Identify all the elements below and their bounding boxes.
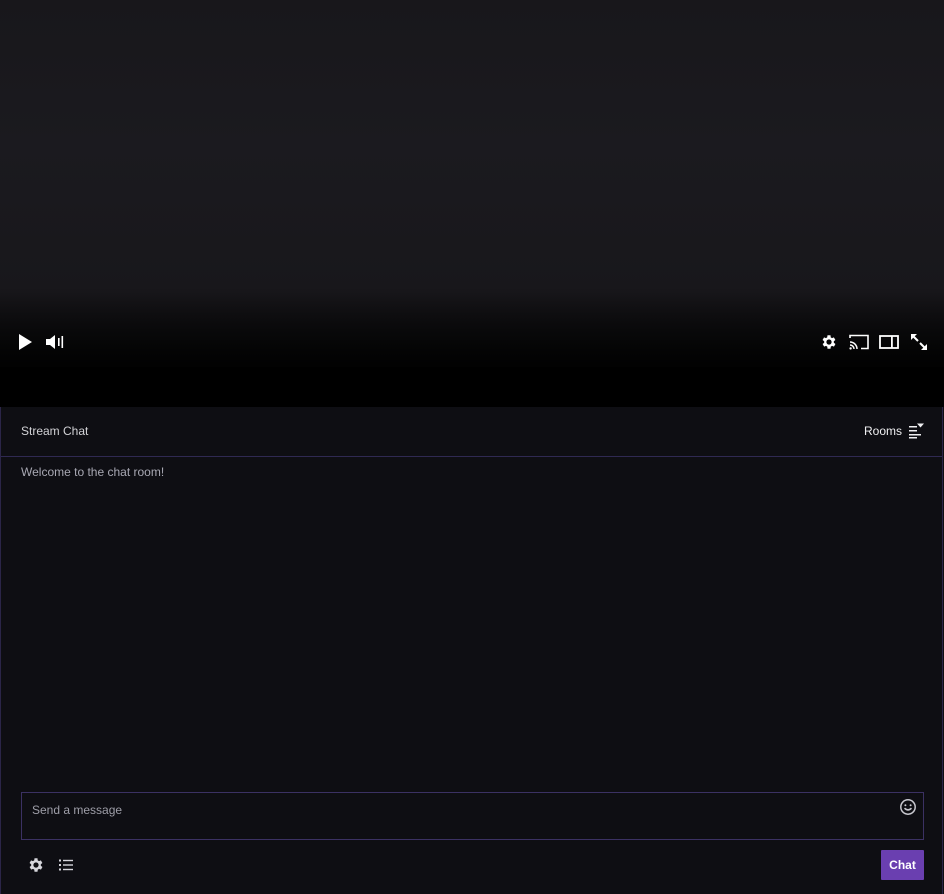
stream-page: Stream Chat Rooms Welcome to the chat ro… <box>0 0 944 894</box>
chat-title: Stream Chat <box>21 424 89 438</box>
rooms-button[interactable]: Rooms <box>864 421 924 441</box>
chat-panel: Stream Chat Rooms Welcome to the chat ro… <box>0 407 943 894</box>
chat-input[interactable] <box>32 799 882 821</box>
theatre-mode-icon <box>879 335 899 349</box>
chat-footer-tools <box>27 856 75 874</box>
emote-picker-icon[interactable] <box>899 798 917 816</box>
player-controls-gradient <box>0 287 944 367</box>
chat-settings-button[interactable] <box>27 856 45 874</box>
cast-icon <box>849 334 869 350</box>
volume-button[interactable] <box>43 330 67 354</box>
list-icon <box>59 859 73 871</box>
play-icon <box>19 334 32 350</box>
player-bottom-bar <box>0 367 944 407</box>
rooms-label: Rooms <box>863 424 902 438</box>
gear-icon <box>29 858 43 872</box>
fullscreen-button[interactable] <box>907 330 931 354</box>
chat-input-container <box>21 792 924 840</box>
gear-icon <box>822 335 836 349</box>
theatre-mode-button[interactable] <box>877 330 901 354</box>
chat-header: Stream Chat Rooms <box>1 407 942 457</box>
chat-message-list: Welcome to the chat room! <box>21 465 922 785</box>
cast-button[interactable] <box>847 330 871 354</box>
volume-icon <box>46 335 64 349</box>
chat-welcome-message: Welcome to the chat room! <box>21 465 165 479</box>
fullscreen-icon <box>911 334 927 350</box>
chat-send-button[interactable]: Chat <box>881 850 924 880</box>
rooms-list-icon <box>909 423 924 439</box>
video-player[interactable] <box>0 0 944 367</box>
viewer-list-button[interactable] <box>57 856 75 874</box>
player-controls-bar <box>0 330 944 354</box>
settings-button[interactable] <box>817 330 841 354</box>
play-button[interactable] <box>13 330 37 354</box>
